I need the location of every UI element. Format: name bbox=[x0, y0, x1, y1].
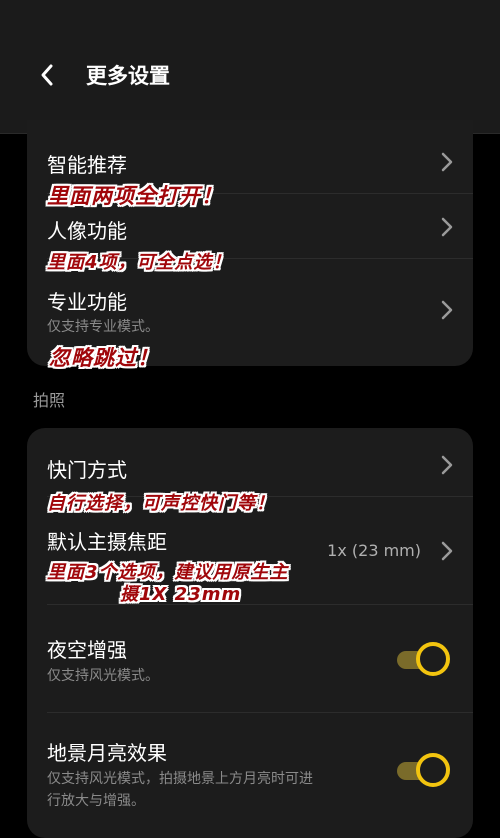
page-title: 更多设置 bbox=[86, 64, 170, 88]
toggle-knob bbox=[416, 753, 450, 787]
row-title: 地景月亮效果 bbox=[47, 741, 167, 765]
row-subtitle-line2: 行放大与增强。 bbox=[47, 793, 145, 809]
row-moon-effect: 地景月亮效果 仅支持风光模式，拍摄地景上方月亮时可进 行放大与增强。 bbox=[27, 713, 473, 838]
annotation-smart-recommend: 里面两项全打开！ bbox=[47, 184, 223, 208]
app-header: 更多设置 bbox=[0, 0, 500, 134]
row-night-sky: 夜空增强 仅支持风光模式。 bbox=[27, 605, 473, 712]
annotation-focal-line2: 摄1X 23mm bbox=[120, 584, 242, 605]
night-sky-toggle[interactable] bbox=[395, 642, 453, 678]
row-subtitle-line1: 仅支持风光模式，拍摄地景上方月亮时可进 bbox=[47, 771, 313, 787]
chevron-right-icon bbox=[441, 300, 453, 320]
row-title: 专业功能 bbox=[47, 290, 127, 314]
chevron-right-icon bbox=[441, 152, 453, 172]
chevron-left-icon bbox=[41, 64, 53, 86]
row-subtitle: 仅支持风光模式。 bbox=[47, 668, 159, 684]
row-title: 默认主摄焦距 bbox=[47, 530, 167, 554]
annotation-pro: 忽略跳过！ bbox=[49, 346, 159, 370]
row-shutter-mode[interactable]: 快门方式 bbox=[27, 428, 473, 496]
focal-value: 1x (23 mm) bbox=[327, 541, 421, 560]
back-button[interactable] bbox=[30, 58, 64, 92]
moon-effect-toggle[interactable] bbox=[395, 753, 453, 789]
row-title: 智能推荐 bbox=[47, 153, 127, 177]
chevron-right-icon bbox=[441, 455, 453, 475]
chevron-right-icon bbox=[441, 541, 453, 561]
chevron-right-icon bbox=[441, 217, 453, 237]
settings-card-features: 智能推荐 人像功能 专业功能 仅支持专业模式。 bbox=[27, 120, 473, 366]
row-title: 人像功能 bbox=[47, 219, 127, 243]
row-title: 快门方式 bbox=[47, 458, 127, 482]
row-subtitle: 仅支持专业模式。 bbox=[47, 319, 159, 335]
toggle-knob bbox=[416, 642, 450, 676]
row-title: 夜空增强 bbox=[47, 638, 127, 662]
annotation-portrait: 里面4项，可全点选！ bbox=[47, 252, 232, 273]
annotation-shutter: 自行选择，可声控快门等！ bbox=[47, 493, 275, 514]
section-label-photo: 拍照 bbox=[33, 391, 66, 410]
